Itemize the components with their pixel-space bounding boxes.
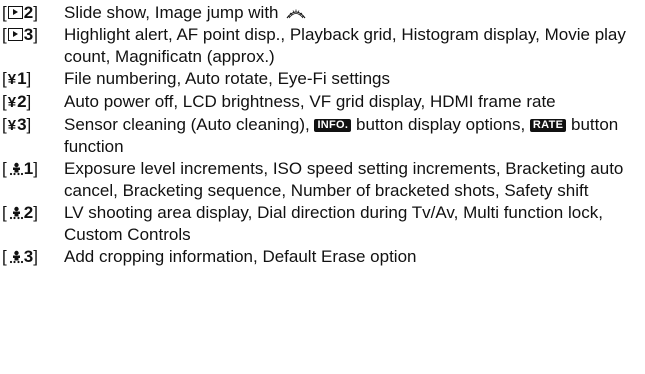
main-dial-icon <box>286 9 306 19</box>
list-item-description: Auto power off, LCD brightness, VF grid … <box>64 92 556 111</box>
tab-tag-setup-2: [¥2] <box>2 91 64 114</box>
rate-button-badge: RATE <box>529 119 567 132</box>
custom-functions-icon <box>9 206 23 220</box>
tab-tag-setup-1: [¥1] <box>2 68 64 91</box>
info-button-badge: INFO. <box>314 119 352 132</box>
list-item-custom-1: [ 1] Exposure level increments, ISO spee… <box>2 158 642 202</box>
list-item-playback-2: [2] Slide show, Image jump with <box>2 2 642 24</box>
tab-tag-custom-3: [ 3] <box>2 247 38 266</box>
list-item-setup-2: [¥2] Auto power off, LCD brightness, VF … <box>2 91 642 114</box>
list-item-description: File numbering, Auto rotate, Eye-Fi sett… <box>64 69 390 88</box>
list-item-setup-1: [¥1] File numbering, Auto rotate, Eye-Fi… <box>2 68 642 91</box>
list-item-setup-3: [¥3] Sensor cleaning (Auto cleaning), IN… <box>2 114 642 158</box>
list-item-description: Add cropping information, Default Erase … <box>64 247 417 266</box>
list-item-description: Sensor cleaning (Auto cleaning), INFO. b… <box>64 115 619 156</box>
tab-tag-custom-2: [ 2] <box>2 203 38 222</box>
wrench-icon: ¥ <box>7 94 17 111</box>
list-item-description: Exposure level increments, ISO speed set… <box>64 159 624 200</box>
wrench-icon: ¥ <box>7 71 17 88</box>
list-item-description: Highlight alert, AF point disp., Playbac… <box>64 25 626 66</box>
playback-icon <box>7 28 23 41</box>
tab-tag-playback-3: [3] <box>2 25 38 44</box>
list-item-custom-2: [ 2] LV shooting area display, Dial dire… <box>2 202 642 246</box>
list-item-description: LV shooting area display, Dial direction… <box>64 203 603 244</box>
list-item-description: Slide show, Image jump with <box>64 2 642 24</box>
custom-functions-icon <box>9 162 23 176</box>
list-item-playback-3: [3] Highlight alert, AF point disp., Pla… <box>2 24 642 68</box>
playback-icon <box>7 6 23 19</box>
tab-tag-setup-3: [¥3] <box>2 114 64 137</box>
list-item-custom-3: [ 3] Add cropping information, Default E… <box>2 246 642 268</box>
tab-tag-custom-1: [ 1] <box>2 159 38 178</box>
menu-settings-list: [2] Slide show, Image jump with [3] High… <box>2 2 642 268</box>
custom-functions-icon <box>9 250 23 264</box>
tab-tag-playback-2: [2] <box>2 3 38 22</box>
wrench-icon: ¥ <box>7 117 17 134</box>
